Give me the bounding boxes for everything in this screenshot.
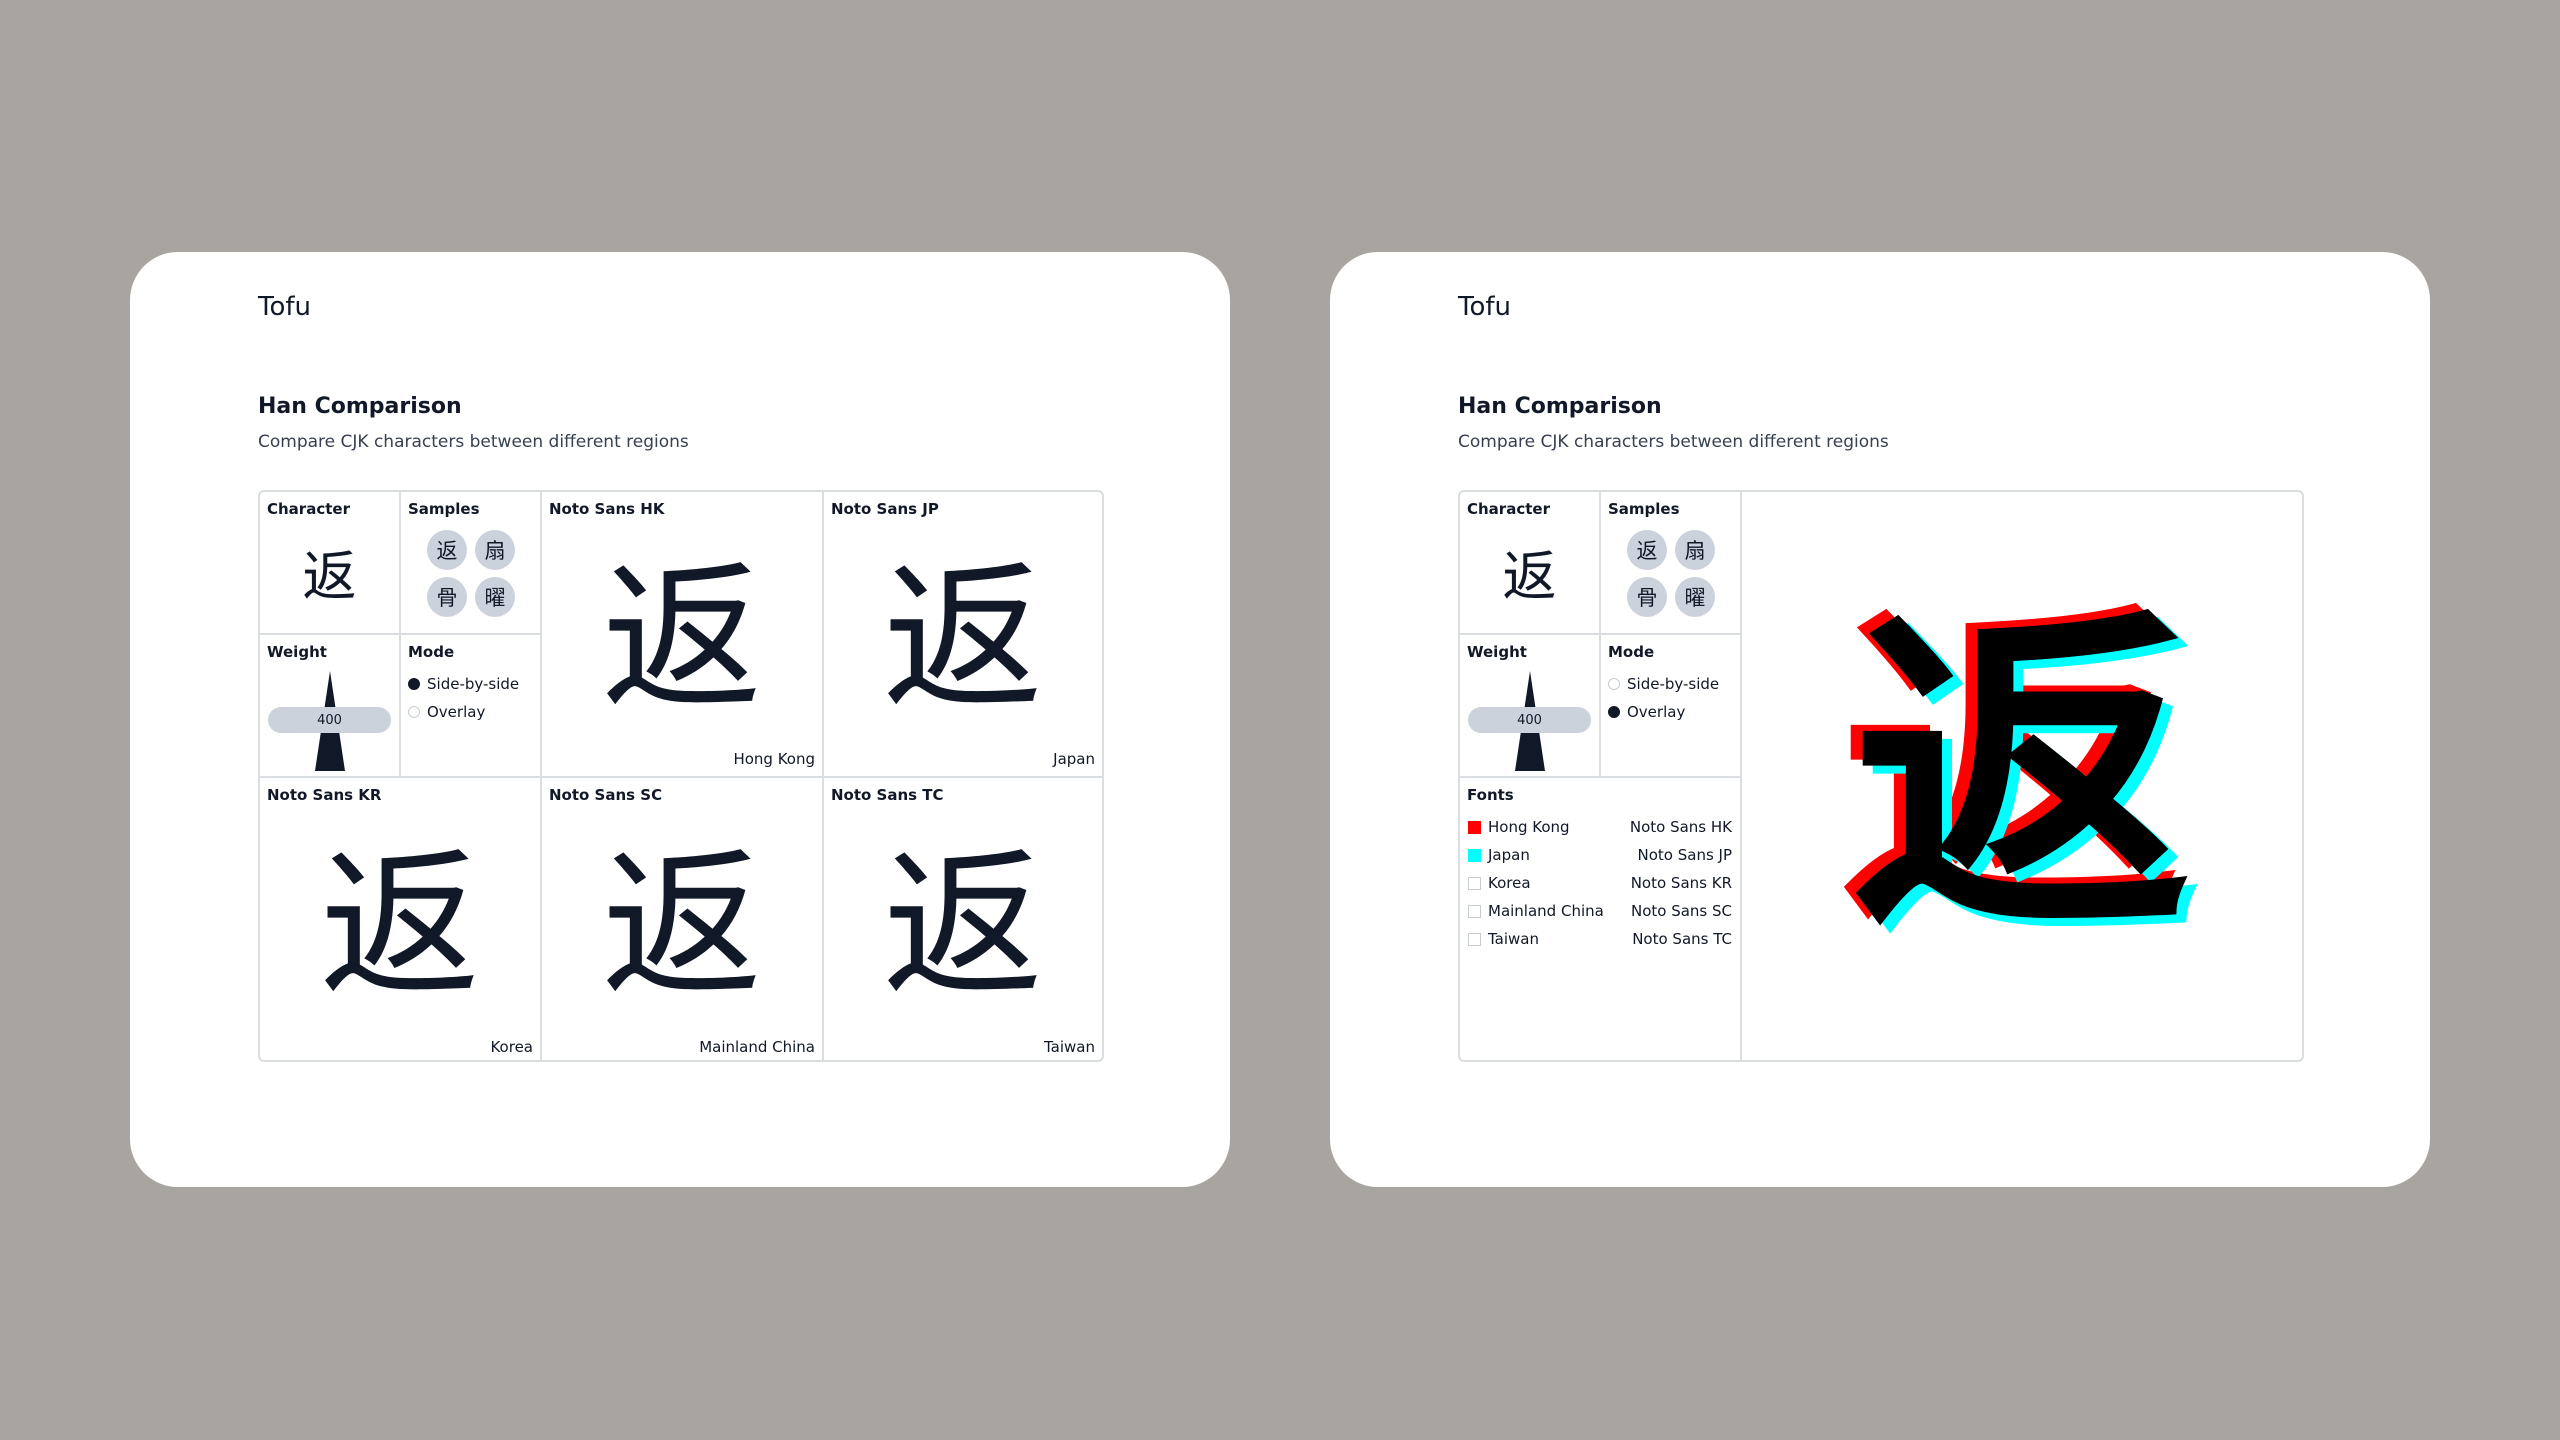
mode-cell: Mode Side-by-side Overlay: [1601, 635, 1742, 778]
fonts-label: Fonts: [1467, 786, 1514, 804]
color-swatch-icon: [1468, 848, 1481, 862]
font-name: Noto Sans TC: [1632, 930, 1732, 948]
sample-button[interactable]: 扇: [475, 530, 515, 570]
side-by-side-window: Tofu Han Comparison Compare CJK characte…: [130, 252, 1230, 1187]
color-swatch-icon: [1468, 904, 1481, 918]
overlay-preview: 返 返 返: [1742, 492, 2302, 1060]
sample-button[interactable]: 曜: [475, 577, 515, 617]
weight-slider[interactable]: 400: [268, 707, 391, 733]
font-name: Noto Sans SC: [1630, 902, 1732, 920]
font-cell-kr: Noto Sans KR 返 Korea: [260, 778, 542, 1060]
app-name: Tofu: [1458, 292, 1512, 322]
font-region: Hong Kong: [1488, 818, 1570, 836]
samples-cell: Samples 返 扇 骨 曜: [1601, 492, 1742, 635]
sample-button[interactable]: 返: [427, 530, 467, 570]
overlay-glyph-composite: 返: [1852, 580, 2192, 976]
character-cell: Character 返: [1460, 492, 1601, 635]
font-cell-sc: Noto Sans SC 返 Mainland China: [542, 778, 824, 1060]
mode-label: Mode: [1608, 643, 1655, 661]
font-region: Mainland China: [1488, 902, 1604, 920]
sample-button[interactable]: 扇: [1675, 530, 1715, 570]
font-region: Japan: [1488, 846, 1530, 864]
character-cell: Character 返: [260, 492, 401, 635]
font-toggle-mainland-china[interactable]: Mainland China Noto Sans SC: [1468, 902, 1732, 920]
font-region: Taiwan: [1488, 930, 1540, 948]
sample-button[interactable]: 返: [1627, 530, 1667, 570]
mode-option-side-by-side[interactable]: Side-by-side: [1608, 675, 1719, 693]
mode-option-overlay[interactable]: Overlay: [408, 703, 485, 721]
color-swatch-icon: [1468, 876, 1481, 890]
app-name: Tofu: [258, 292, 312, 322]
font-toggle-taiwan[interactable]: Taiwan Noto Sans TC: [1468, 930, 1732, 948]
mode-option-label: Overlay: [1627, 703, 1686, 721]
samples-cell: Samples 返 扇 骨 曜: [401, 492, 542, 635]
font-cell-tc: Noto Sans TC 返 Taiwan: [824, 778, 1102, 1060]
mode-option-overlay[interactable]: Overlay: [1608, 703, 1685, 721]
mode-option-label: Overlay: [427, 703, 486, 721]
color-swatch-icon: [1468, 820, 1481, 834]
font-name: Noto Sans KR: [1630, 874, 1732, 892]
weight-cell: Weight 400: [260, 635, 401, 778]
page-title: Han Comparison: [258, 394, 462, 419]
region-label: Japan: [1053, 750, 1095, 768]
character-input[interactable]: 返: [260, 528, 399, 625]
samples-label: Samples: [1608, 500, 1680, 518]
character-label: Character: [1467, 500, 1550, 518]
glyph-preview: 返: [601, 832, 762, 1019]
font-name-label: Noto Sans SC: [549, 786, 663, 804]
font-name: Noto Sans HK: [1629, 818, 1732, 836]
samples-label: Samples: [408, 500, 480, 518]
font-name-label: Noto Sans KR: [267, 786, 382, 804]
mode-option-side-by-side[interactable]: Side-by-side: [408, 675, 519, 693]
overlay-window: Tofu Han Comparison Compare CJK characte…: [1330, 252, 2430, 1187]
region-label: Taiwan: [1043, 1038, 1095, 1056]
comparison-panel: Character 返 Samples 返 扇 骨 曜 Noto Sans HK…: [258, 490, 1104, 1062]
region-label: Korea: [490, 1038, 533, 1056]
glyph-preview: 返: [601, 545, 762, 732]
radio-selected-icon: [408, 678, 420, 690]
sample-button[interactable]: 骨: [1627, 577, 1667, 617]
sample-button[interactable]: 骨: [427, 577, 467, 617]
weight-label: Weight: [1467, 643, 1527, 661]
radio-selected-icon: [1608, 706, 1620, 718]
mode-label: Mode: [408, 643, 455, 661]
font-name: Noto Sans JP: [1637, 846, 1733, 864]
character-input[interactable]: 返: [1460, 528, 1599, 625]
glyph-preview: 返: [882, 832, 1043, 1019]
color-swatch-icon: [1468, 932, 1481, 946]
font-region: Korea: [1488, 874, 1531, 892]
sample-button[interactable]: 曜: [1675, 577, 1715, 617]
page-subtitle: Compare CJK characters between different…: [1458, 432, 1889, 452]
comparison-panel: Character 返 Samples 返 扇 骨 曜 Weight 400 M…: [1458, 490, 2304, 1062]
region-label: Mainland China: [699, 1038, 815, 1056]
weight-cell: Weight 400: [1460, 635, 1601, 778]
page-title: Han Comparison: [1458, 394, 1662, 419]
font-toggle-hong-kong[interactable]: Hong Kong Noto Sans HK: [1468, 818, 1732, 836]
font-name-label: Noto Sans HK: [549, 500, 665, 518]
font-name-label: Noto Sans JP: [831, 500, 939, 518]
character-label: Character: [267, 500, 350, 518]
fonts-cell: Fonts Hong Kong Noto Sans HK Japan Noto …: [1460, 778, 1742, 1060]
font-toggle-korea[interactable]: Korea Noto Sans KR: [1468, 874, 1732, 892]
mode-cell: Mode Side-by-side Overlay: [401, 635, 542, 778]
glyph-preview: 返: [882, 545, 1043, 732]
glyph-preview: 返: [319, 832, 480, 1019]
mode-option-label: Side-by-side: [427, 675, 520, 693]
weight-slider[interactable]: 400: [1468, 707, 1591, 733]
font-cell-jp: Noto Sans JP 返 Japan: [824, 492, 1102, 778]
weight-label: Weight: [267, 643, 327, 661]
mode-option-label: Side-by-side: [1627, 675, 1720, 693]
radio-unselected-icon: [1608, 678, 1620, 690]
page-subtitle: Compare CJK characters between different…: [258, 432, 689, 452]
region-label: Hong Kong: [733, 750, 815, 768]
font-cell-hk: Noto Sans HK 返 Hong Kong: [542, 492, 824, 778]
font-toggle-japan[interactable]: Japan Noto Sans JP: [1468, 846, 1732, 864]
radio-unselected-icon: [408, 706, 420, 718]
font-name-label: Noto Sans TC: [831, 786, 944, 804]
